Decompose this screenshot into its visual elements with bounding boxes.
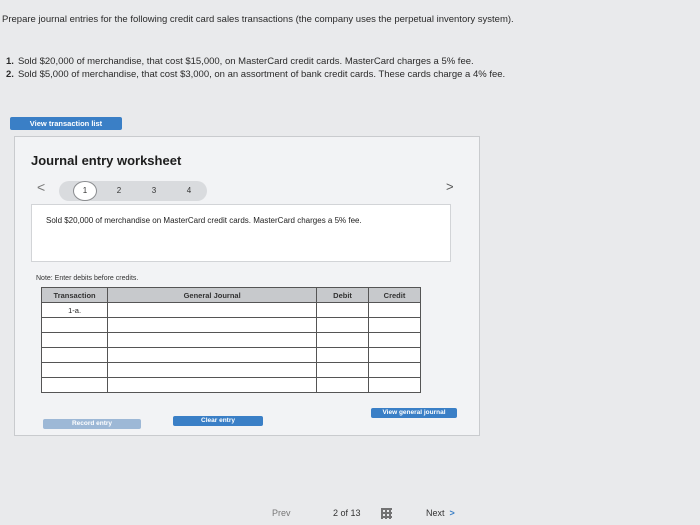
account-input[interactable] [107, 347, 318, 363]
transaction-cell [40, 347, 109, 363]
credit-input[interactable] [368, 347, 421, 363]
transaction-cell: 1-a. [40, 302, 109, 318]
debit-input[interactable] [316, 317, 370, 333]
table-row [40, 347, 421, 363]
clear-entry-button[interactable]: Clear entry [173, 416, 263, 426]
transaction-cell [40, 317, 109, 333]
worksheet-title: Journal entry worksheet [31, 153, 182, 168]
account-input[interactable] [107, 362, 318, 378]
debit-input[interactable] [316, 332, 370, 348]
account-input[interactable] [107, 377, 318, 393]
transaction-cell [40, 362, 109, 378]
page-indicator: 2 of 13 [333, 508, 361, 518]
grid-icon[interactable] [381, 508, 392, 519]
requirement-number: 1. [6, 56, 14, 67]
table-row [40, 377, 421, 393]
view-transaction-list-button[interactable]: View transaction list [10, 117, 122, 130]
debit-input[interactable] [316, 362, 370, 378]
record-entry-button[interactable]: Record entry [43, 419, 141, 429]
credit-input[interactable] [368, 302, 421, 318]
account-input[interactable] [107, 317, 318, 333]
next-label: Next [426, 508, 445, 518]
page-tab-4[interactable]: 4 [178, 182, 200, 200]
transaction-description-box: Sold $20,000 of merchandise on MasterCar… [31, 204, 451, 262]
col-debit: Debit [316, 287, 370, 303]
next-link[interactable]: Next > [426, 508, 455, 518]
table-row: 1-a. [40, 302, 421, 318]
previous-arrow-icon[interactable]: < [37, 179, 45, 195]
page-tab-2[interactable]: 2 [108, 182, 130, 200]
table-row [40, 317, 421, 333]
col-general-journal: General Journal [107, 287, 318, 303]
requirement-text: Sold $20,000 of merchandise, that cost $… [17, 56, 474, 67]
journal-entry-worksheet-panel: Journal entry worksheet < 1 2 3 4 > Sold… [14, 136, 480, 436]
prev-link[interactable]: Prev [272, 508, 291, 518]
requirement-1: 1. Sold $20,000 of merchandise, that cost… [6, 56, 474, 67]
credit-input[interactable] [368, 317, 421, 333]
instructions-text: Prepare journal entries for the followin… [2, 14, 514, 25]
col-transaction: Transaction [40, 287, 109, 303]
credit-input[interactable] [368, 377, 421, 393]
account-input[interactable] [107, 302, 318, 318]
next-arrow-icon[interactable]: > [446, 179, 454, 194]
chevron-right-icon: > [449, 508, 455, 518]
col-credit: Credit [368, 287, 421, 303]
table-header-row: Transaction General Journal Debit Credit [40, 287, 421, 303]
credit-input[interactable] [368, 332, 421, 348]
transaction-cell [40, 332, 109, 348]
debit-input[interactable] [316, 377, 370, 393]
requirement-number: 2. [6, 69, 14, 80]
worksheet-pager: 1 2 3 4 [59, 181, 207, 201]
requirement-2: 2. Sold $5,000 of merchandise, that cost … [6, 69, 505, 80]
transaction-cell [40, 377, 109, 393]
journal-entry-table: Transaction General Journal Debit Credit… [40, 287, 421, 393]
view-general-journal-button[interactable]: View general journal [371, 408, 457, 418]
debit-input[interactable] [316, 302, 370, 318]
page-tab-3[interactable]: 3 [143, 182, 165, 200]
table-row [40, 362, 421, 378]
note-text: Note: Enter debits before credits. [36, 275, 139, 282]
page-tab-1[interactable]: 1 [73, 181, 97, 201]
transaction-description: Sold $20,000 of merchandise on MasterCar… [46, 216, 362, 225]
credit-input[interactable] [368, 362, 421, 378]
requirement-text: Sold $5,000 of merchandise, that cost $3… [17, 69, 506, 80]
account-input[interactable] [107, 332, 318, 348]
table-row [40, 332, 421, 348]
debit-input[interactable] [316, 347, 370, 363]
